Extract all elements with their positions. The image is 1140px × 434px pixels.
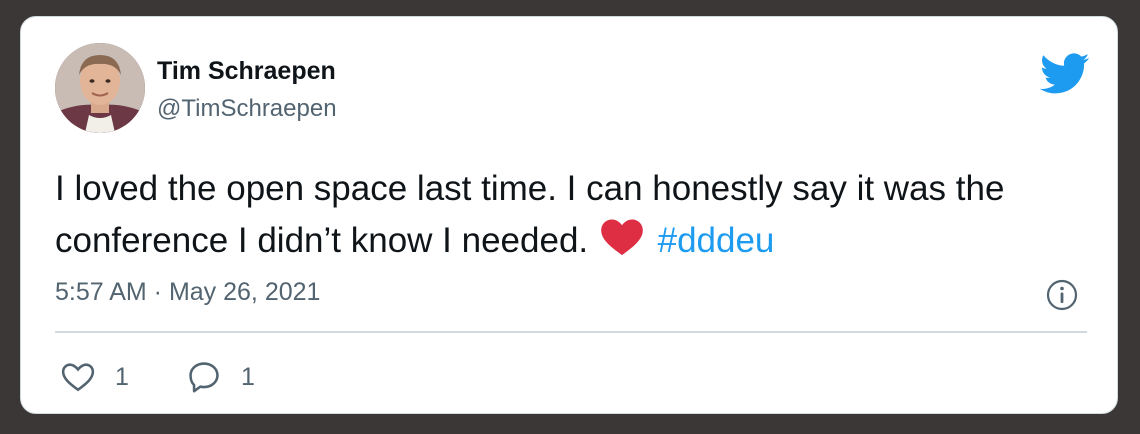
red-heart-emoji [601, 219, 643, 256]
twitter-bird-icon[interactable] [1040, 53, 1090, 95]
avatar[interactable] [55, 43, 145, 133]
tweet-text: I loved the open space last time. I can … [55, 163, 1055, 267]
like-button[interactable]: 1 [61, 360, 129, 394]
like-count: 1 [115, 362, 129, 391]
reply-count: 1 [241, 362, 255, 391]
author-name[interactable]: Tim Schraepen [157, 57, 336, 86]
divider [55, 331, 1087, 333]
heart-outline-icon [61, 363, 95, 392]
tweet-body: I loved the open space last time. I can … [55, 169, 1005, 260]
timestamp[interactable]: 5:57 AM · May 26, 2021 [55, 278, 320, 307]
author-handle[interactable]: @TimSchraepen [157, 95, 337, 123]
info-icon[interactable] [1046, 279, 1078, 311]
hashtag-link[interactable]: #dddeu [658, 221, 775, 260]
speech-bubble-icon [189, 362, 219, 393]
reply-button[interactable]: 1 [187, 360, 255, 394]
tweet-card: Tim Schraepen @TimSchraepen I loved the … [20, 16, 1118, 414]
